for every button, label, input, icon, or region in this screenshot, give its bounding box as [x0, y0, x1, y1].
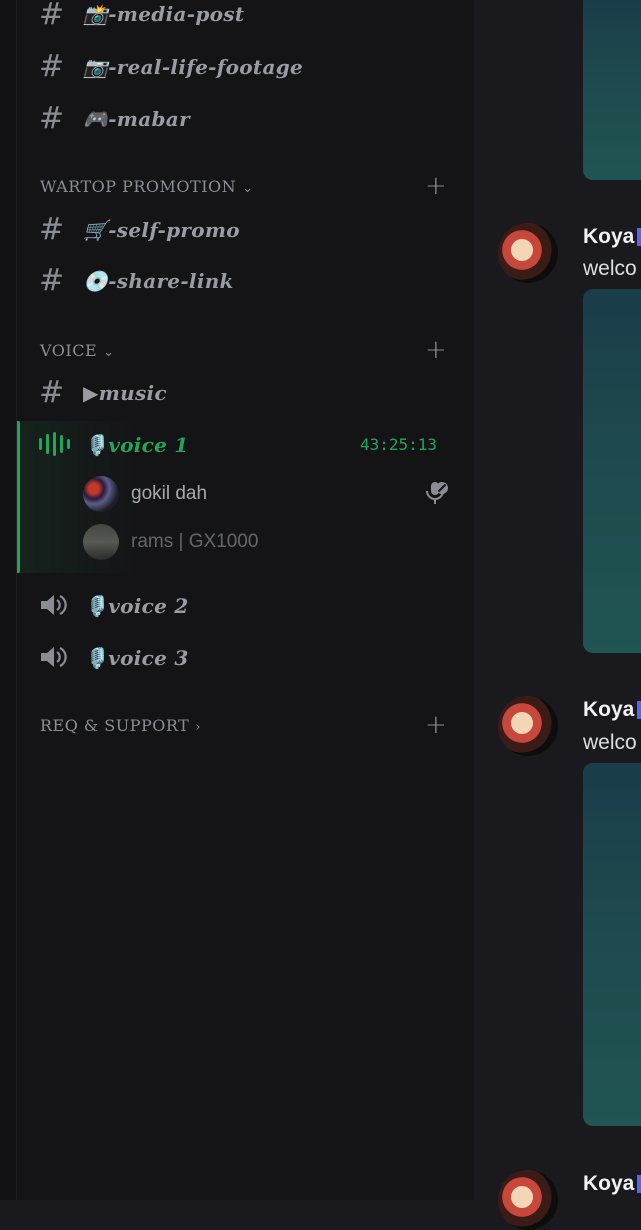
category-label: VOICE ⌄ — [40, 341, 115, 360]
voice-timer: 43:25:13 — [360, 435, 438, 454]
hash-icon: # — [39, 212, 65, 247]
message-author[interactable]: Koya — [583, 698, 641, 722]
voice-channel-voice-2[interactable]: 🎙️voice 2 — [17, 587, 474, 623]
avatar[interactable] — [498, 1170, 558, 1230]
channel-name: 📸-media-post — [83, 2, 245, 26]
channel-mabar[interactable]: # 🎮-mabar — [17, 102, 474, 136]
category-label: WARTOP PROMOTION ⌄ — [40, 177, 254, 196]
mic-muted-icon — [426, 482, 448, 504]
channel-name: 🛒-self-promo — [83, 218, 240, 242]
channel-name: 🎙️voice 3 — [83, 646, 189, 670]
channel-name: 📷-real-life-footage — [83, 55, 304, 79]
avatar[interactable] — [498, 696, 558, 756]
user-name: rams | GX1000 — [131, 531, 259, 552]
message-author[interactable]: Koya — [583, 1172, 641, 1196]
avatar — [83, 476, 119, 512]
category-req-support[interactable]: REQ & SUPPORT › + — [17, 710, 474, 740]
user-name: gokil dah — [131, 483, 208, 504]
voice-channel-voice-3[interactable]: 🎙️voice 3 — [17, 639, 474, 675]
channel-media-post[interactable]: # 📸-media-post — [17, 0, 474, 30]
embed-image[interactable] — [583, 0, 641, 180]
server-rail — [0, 0, 17, 1200]
chevron-down-icon: ⌄ — [103, 345, 115, 360]
hash-icon: # — [39, 263, 65, 298]
channel-name: 💿-share-link — [83, 269, 234, 293]
chevron-right-icon: › — [195, 720, 201, 735]
hash-icon: # — [39, 101, 65, 136]
channel-name: 🎮-mabar — [83, 107, 190, 131]
chat-panel: Koya welco Koya welco Koya — [474, 0, 641, 1230]
channel-self-promo[interactable]: # 🛒-self-promo — [17, 213, 474, 247]
channel-name: 🎙️voice 2 — [83, 594, 189, 618]
message-text: welco — [583, 731, 637, 754]
add-channel-button[interactable]: + — [425, 171, 447, 201]
category-voice[interactable]: VOICE ⌄ + — [17, 335, 474, 365]
message-text: welco — [583, 257, 637, 280]
embed-image[interactable] — [583, 763, 641, 1126]
channel-name: ▶music — [83, 381, 167, 405]
voice-user-rams[interactable]: rams | GX1000 — [83, 524, 258, 560]
category-wartop-promotion[interactable]: WARTOP PROMOTION ⌄ + — [17, 171, 474, 201]
add-channel-button[interactable]: + — [425, 710, 447, 740]
speaker-icon — [41, 647, 67, 667]
hash-icon: # — [39, 49, 65, 84]
voice-channel-voice-1[interactable]: 🎙️voice 1 43:25:13 — [17, 426, 474, 462]
category-label: REQ & SUPPORT › — [40, 716, 201, 735]
channel-sidebar: # 📸-media-post # 📷-real-life-footage # 🎮… — [17, 0, 474, 1200]
add-channel-button[interactable]: + — [425, 335, 447, 365]
avatar[interactable] — [498, 223, 558, 283]
chevron-down-icon: ⌄ — [242, 181, 254, 196]
channel-share-link[interactable]: # 💿-share-link — [17, 264, 474, 298]
hash-icon: # — [39, 375, 65, 410]
embed-image[interactable] — [583, 289, 641, 653]
channel-real-life-footage[interactable]: # 📷-real-life-footage — [17, 50, 474, 84]
channel-music[interactable]: # ▶music — [17, 376, 474, 410]
message-author[interactable]: Koya — [583, 225, 641, 249]
speaker-icon — [41, 595, 67, 615]
voice-user-gokil-dah[interactable]: gokil dah — [83, 476, 207, 512]
avatar — [83, 524, 119, 560]
channel-name: 🎙️voice 1 — [83, 433, 189, 457]
hash-icon: # — [39, 0, 65, 32]
sound-wave-icon — [39, 432, 70, 456]
